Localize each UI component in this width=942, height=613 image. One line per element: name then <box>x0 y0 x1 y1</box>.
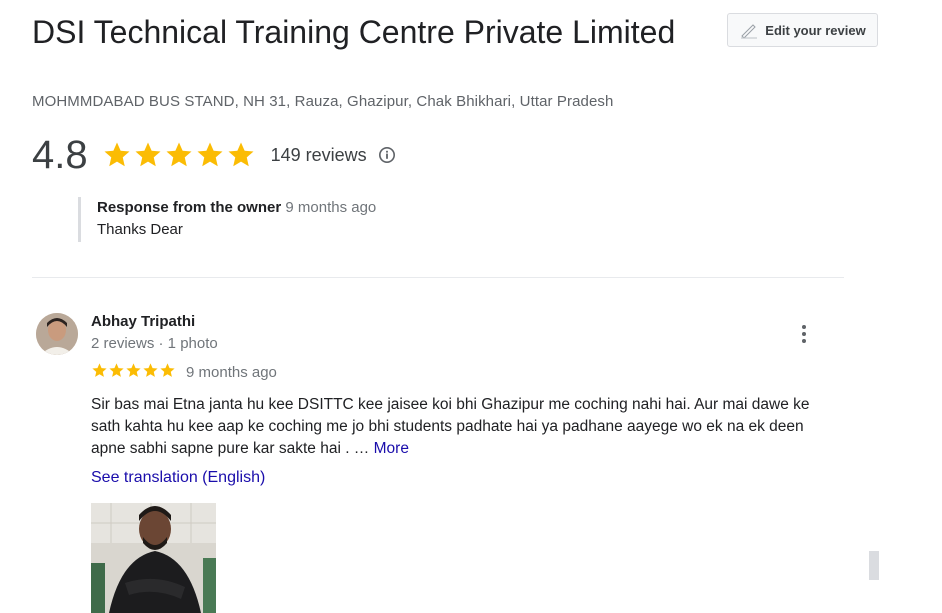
star-icon <box>228 142 254 167</box>
reviewer-meta: 2 reviews · 1 photo <box>91 335 218 352</box>
rating-value: 4.8 <box>32 133 88 177</box>
review-photo[interactable] <box>91 503 216 613</box>
review-stars <box>91 362 176 379</box>
edit-review-label: Edit your review <box>765 22 866 38</box>
more-link[interactable]: More <box>374 440 409 457</box>
rating-stars <box>102 140 256 170</box>
review-time: 9 months ago <box>186 364 277 381</box>
star-icon <box>166 142 192 167</box>
star-icon <box>197 142 223 167</box>
star-icon <box>104 142 130 167</box>
info-icon[interactable] <box>378 146 396 164</box>
avatar[interactable] <box>36 313 78 355</box>
review-text: Sir bas mai Etna janta hu kee DSITTC kee… <box>91 394 836 460</box>
owner-response-text: Thanks Dear <box>97 221 183 238</box>
pencil-icon <box>741 24 758 39</box>
place-title: DSI Technical Training Centre Private Li… <box>32 14 676 50</box>
reviewer-name[interactable]: Abhay Tripathi <box>91 313 195 330</box>
rating-summary: 4.8 149 reviews <box>32 130 396 180</box>
edit-review-button[interactable]: Edit your review <box>727 13 878 47</box>
review-body: Sir bas mai Etna janta hu kee DSITTC kee… <box>91 396 810 457</box>
more-vert-icon[interactable] <box>796 322 812 346</box>
place-address: MOHMMDABAD BUS STAND, NH 31, Rauza, Ghaz… <box>32 93 614 110</box>
owner-response: Response from the owner 9 months ago Tha… <box>78 197 376 242</box>
star-icon <box>160 363 175 377</box>
star-icon <box>109 363 124 377</box>
scrollbar-thumb[interactable] <box>869 551 879 580</box>
star-icon <box>126 363 141 377</box>
star-icon <box>143 363 158 377</box>
star-icon <box>92 363 107 377</box>
divider <box>32 277 844 278</box>
owner-response-time: 9 months ago <box>285 199 377 216</box>
reviews-count[interactable]: 149 reviews <box>271 145 367 166</box>
see-translation-link[interactable]: See translation (English) <box>91 469 265 487</box>
owner-response-label: Response from the owner <box>97 199 282 216</box>
star-icon <box>135 142 161 167</box>
